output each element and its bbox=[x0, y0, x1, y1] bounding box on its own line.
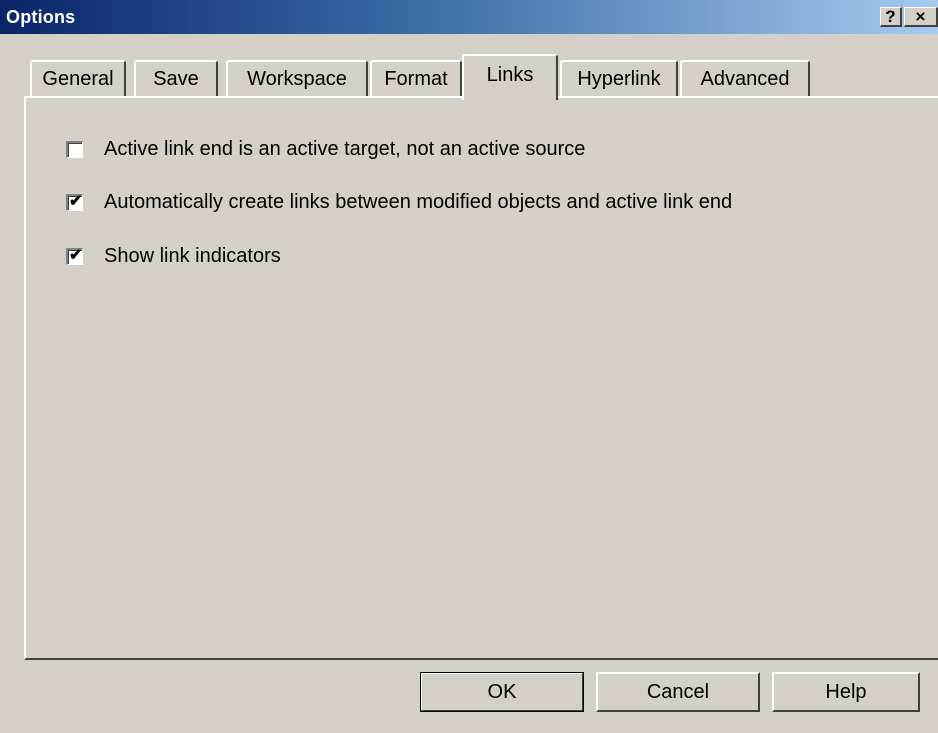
options-dialog: Options ? × General Save Workspace Forma… bbox=[0, 0, 938, 733]
links-tab-panel bbox=[24, 96, 938, 660]
option-show-link-indicators[interactable]: ✔ Show link indicators bbox=[66, 243, 281, 269]
checkmark-icon: ✔ bbox=[69, 246, 83, 264]
option-auto-create-links[interactable]: ✔ Automatically create links between mod… bbox=[66, 189, 732, 215]
window-title: Options bbox=[6, 7, 76, 27]
checkbox[interactable]: ✔ bbox=[66, 246, 83, 265]
cancel-button[interactable]: Cancel bbox=[596, 672, 760, 712]
tab-links[interactable]: Links bbox=[462, 54, 558, 100]
option-label: Show link indicators bbox=[104, 244, 281, 267]
option-active-link-target[interactable]: Active link end is an active target, not… bbox=[66, 136, 585, 162]
close-button[interactable]: × bbox=[904, 7, 938, 27]
option-label: Active link end is an active target, not… bbox=[104, 137, 586, 160]
title-bar[interactable]: Options ? × bbox=[0, 0, 938, 34]
option-label: Automatically create links between modif… bbox=[104, 190, 733, 213]
tab-general[interactable]: General bbox=[30, 60, 126, 98]
tab-format[interactable]: Format bbox=[370, 60, 462, 98]
tab-hyperlink[interactable]: Hyperlink bbox=[560, 60, 678, 98]
tab-save[interactable]: Save bbox=[134, 60, 218, 98]
help-button[interactable]: Help bbox=[772, 672, 920, 712]
checkbox[interactable] bbox=[66, 140, 83, 158]
ok-button[interactable]: OK bbox=[420, 672, 584, 712]
help-title-button[interactable]: ? bbox=[880, 7, 902, 27]
tab-advanced[interactable]: Advanced bbox=[680, 60, 810, 98]
checkbox[interactable]: ✔ bbox=[66, 192, 83, 211]
tab-workspace[interactable]: Workspace bbox=[226, 60, 368, 98]
checkmark-icon: ✔ bbox=[69, 192, 83, 210]
